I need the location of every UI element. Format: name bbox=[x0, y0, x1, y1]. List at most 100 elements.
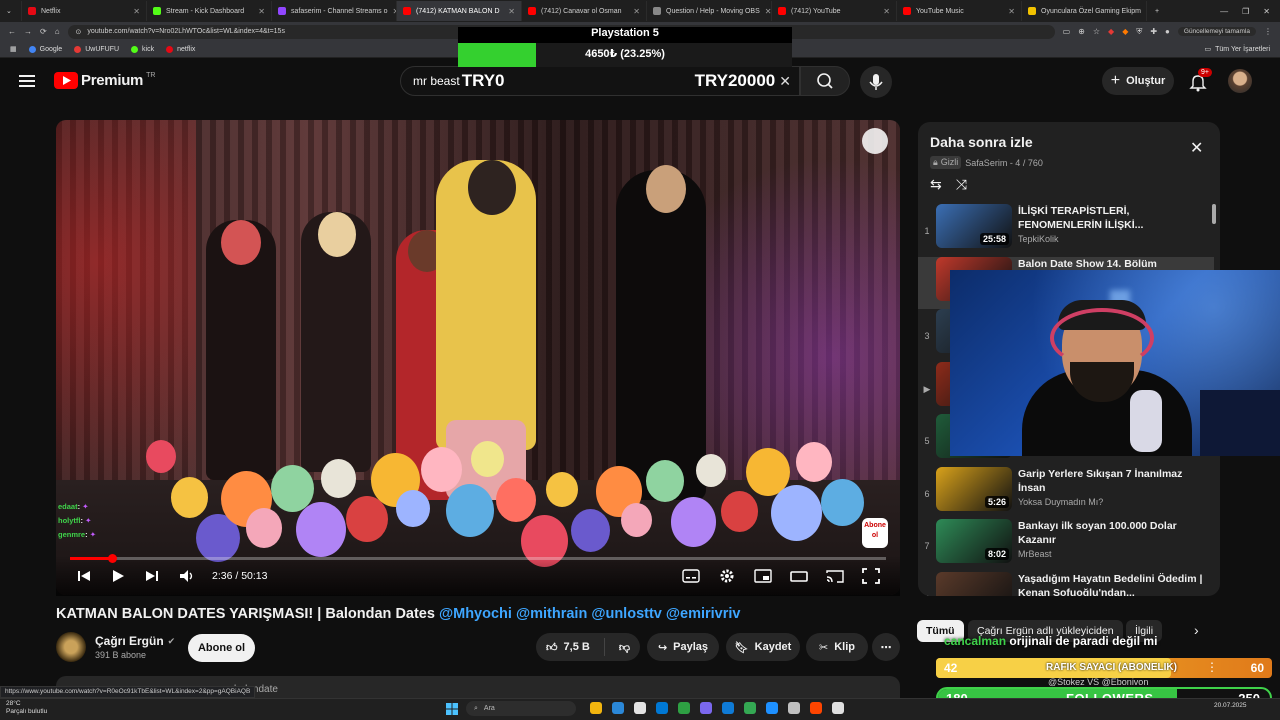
taskbar-app-icon[interactable] bbox=[722, 702, 734, 714]
cast-icon[interactable] bbox=[826, 568, 844, 584]
youtube-logo[interactable]: Premium TR bbox=[54, 72, 155, 89]
apps-icon[interactable]: ▦ bbox=[10, 45, 17, 53]
loop-icon[interactable]: ⇆ bbox=[930, 176, 942, 193]
bookmark-item[interactable]: kick bbox=[131, 45, 154, 53]
browser-tab[interactable]: (7412) YouTube ✕ bbox=[772, 1, 897, 21]
clear-search-icon[interactable]: ✕ bbox=[779, 73, 791, 90]
browser-tab[interactable]: (7412) KATMAN BALON D ✕ bbox=[397, 1, 522, 21]
close-icon[interactable]: ✕ bbox=[1190, 138, 1203, 158]
save-button[interactable]: 🔖︎ Kaydet bbox=[726, 633, 800, 661]
reload-icon[interactable]: ⟳ bbox=[40, 27, 47, 36]
browser-tab[interactable]: Netflix ✕ bbox=[22, 1, 147, 21]
taskbar-app-icon[interactable] bbox=[612, 702, 624, 714]
windows-start-icon[interactable] bbox=[446, 702, 458, 715]
video-player[interactable]: edaat: ✦ holytfl: ✦ genmre: ✦ Abone ol bbox=[56, 120, 900, 595]
minimize-icon[interactable]: — bbox=[1220, 7, 1228, 16]
taskbar-app-icon[interactable] bbox=[656, 702, 668, 714]
play-icon[interactable] bbox=[110, 568, 126, 584]
browser-tab[interactable]: YouTube Music ✕ bbox=[897, 1, 1022, 21]
browser-tab[interactable]: (7412) Canavar ol Osman ✕ bbox=[522, 1, 647, 21]
like-button[interactable]: 👍︎ 7,5 B bbox=[546, 641, 590, 654]
playlist-scrollbar[interactable] bbox=[1212, 204, 1216, 224]
all-bookmarks-button[interactable]: ▭ Tüm Yer İşaretleri bbox=[1205, 45, 1270, 54]
browser-tab[interactable]: Question / Help - Moving OBS ✕ bbox=[647, 1, 772, 21]
subscribe-button[interactable]: Abone ol bbox=[188, 634, 255, 662]
hamburger-menu-icon[interactable] bbox=[18, 72, 36, 90]
close-tab-icon[interactable]: ✕ bbox=[633, 7, 640, 16]
taskbar-search[interactable]: ⌕ Ara bbox=[466, 701, 576, 716]
share-button[interactable]: ↪ Paylaş bbox=[647, 633, 719, 661]
close-tab-icon[interactable]: ✕ bbox=[508, 7, 515, 16]
subtitles-icon[interactable] bbox=[682, 568, 700, 584]
back-icon[interactable]: ← bbox=[8, 27, 16, 36]
shield-icon[interactable]: ⛨ bbox=[1136, 27, 1142, 37]
close-tab-icon[interactable]: ✕ bbox=[1008, 7, 1015, 16]
weather-widget[interactable]: 28°C Parçalı bulutlu bbox=[6, 700, 47, 716]
subscribe-watermark[interactable]: Abone ol bbox=[862, 518, 888, 548]
seek-bar[interactable] bbox=[70, 557, 886, 560]
channel-name[interactable]: Çağrı Ergün bbox=[95, 634, 164, 648]
miniplayer-icon[interactable] bbox=[754, 568, 772, 584]
site-info-icon[interactable]: ⊙ bbox=[76, 28, 82, 36]
title-mentions[interactable]: @Mhyochi @mithrain @unlosttv @emirivriv bbox=[439, 606, 741, 622]
chevron-right-icon[interactable]: › bbox=[1194, 622, 1199, 638]
search-button[interactable] bbox=[800, 66, 850, 96]
bookmark-item[interactable]: UwUFUFU bbox=[74, 45, 119, 53]
clip-button[interactable]: ✂ Klip bbox=[806, 633, 868, 661]
profile-icon[interactable]: ● bbox=[1165, 27, 1170, 36]
settings-gear-icon[interactable] bbox=[718, 568, 736, 584]
close-tab-icon[interactable]: ✕ bbox=[883, 7, 890, 16]
taskbar-app-icon[interactable] bbox=[590, 702, 602, 714]
extension-icon[interactable]: ◆ bbox=[1108, 27, 1114, 36]
taskbar-app-icon[interactable] bbox=[744, 702, 756, 714]
voice-search-button[interactable] bbox=[860, 66, 892, 98]
avatar[interactable] bbox=[1228, 69, 1252, 93]
next-icon[interactable] bbox=[144, 568, 160, 584]
new-tab-button[interactable]: + bbox=[1147, 1, 1167, 21]
taskbar-app-icon[interactable] bbox=[678, 702, 690, 714]
create-button[interactable]: + Oluştur bbox=[1102, 67, 1174, 95]
search-input[interactable]: mr beast TRY0 TRY20000 ✕ bbox=[400, 66, 800, 96]
fullscreen-icon[interactable] bbox=[862, 568, 880, 584]
close-tab-icon[interactable]: ✕ bbox=[258, 7, 265, 16]
shuffle-icon[interactable]: ⤨ bbox=[956, 176, 967, 193]
notifications-button[interactable]: 9+ bbox=[1188, 68, 1212, 92]
zoom-icon[interactable]: ⊕ bbox=[1078, 27, 1085, 36]
close-tab-icon[interactable]: ✕ bbox=[133, 7, 140, 16]
browser-tab[interactable]: Stream - Kick Dashboard ✕ bbox=[147, 1, 272, 21]
bookmark-item[interactable]: netflix bbox=[166, 45, 195, 53]
more-actions-button[interactable]: ⋯ bbox=[872, 633, 900, 661]
taskbar-app-icon[interactable] bbox=[788, 702, 800, 714]
close-window-icon[interactable]: ✕ bbox=[1263, 7, 1270, 16]
browser-tab[interactable]: Oyunculara Özel Gaming Ekipm✕ bbox=[1022, 1, 1147, 21]
playlist-item[interactable]: 8 Yaşadığım Hayatın Bedelini Ödedim | Ke… bbox=[918, 571, 1214, 596]
menu-icon[interactable]: ⋮ bbox=[1264, 27, 1272, 36]
taskbar-app-icon[interactable] bbox=[832, 702, 844, 714]
thumbs-down-icon[interactable]: 👎︎ bbox=[619, 641, 630, 654]
channel-avatar[interactable] bbox=[56, 632, 86, 662]
channel-watermark-icon[interactable] bbox=[862, 128, 888, 154]
puzzle-icon[interactable]: ✚ bbox=[1150, 27, 1157, 36]
volume-icon[interactable] bbox=[178, 568, 194, 584]
more-icon[interactable]: ⋮ bbox=[1206, 660, 1218, 674]
home-icon[interactable]: ⌂ bbox=[55, 27, 60, 36]
taskbar-app-icon[interactable] bbox=[634, 702, 646, 714]
taskbar-app-icon[interactable] bbox=[810, 702, 822, 714]
browser-tab[interactable]: safaserim - Channel Streams o✕ bbox=[272, 1, 397, 21]
star-icon[interactable]: ☆ bbox=[1093, 27, 1100, 36]
previous-icon[interactable] bbox=[76, 568, 92, 584]
close-tab-icon[interactable]: ✕ bbox=[765, 7, 771, 16]
playlist-item[interactable]: 6 5:26 Garip Yerlere Sıkışan 7 İnanılmaz… bbox=[918, 466, 1214, 519]
forward-icon[interactable]: → bbox=[24, 27, 32, 36]
bookmark-item[interactable]: Google bbox=[28, 45, 62, 53]
theater-mode-icon[interactable] bbox=[790, 568, 808, 584]
taskbar-app-icon[interactable] bbox=[700, 702, 712, 714]
cast-icon[interactable]: ▭ bbox=[1063, 27, 1071, 36]
playlist-item[interactable]: 7 8:02 Bankayı ilk soyan 100.000 Dolar K… bbox=[918, 519, 1214, 571]
extension-icon[interactable]: ◆ bbox=[1122, 27, 1128, 36]
playlist-item[interactable]: 1 25:58 İLİŞKİ TERAPİSTLERİ, FENOMENLERİ… bbox=[918, 204, 1214, 256]
playlist-title[interactable]: Daha sonra izle bbox=[930, 134, 1033, 150]
restore-icon[interactable]: ❐ bbox=[1242, 7, 1249, 16]
taskbar-app-icon[interactable] bbox=[766, 702, 778, 714]
update-button[interactable]: Güncellemeyi tamamla bbox=[1177, 27, 1256, 36]
